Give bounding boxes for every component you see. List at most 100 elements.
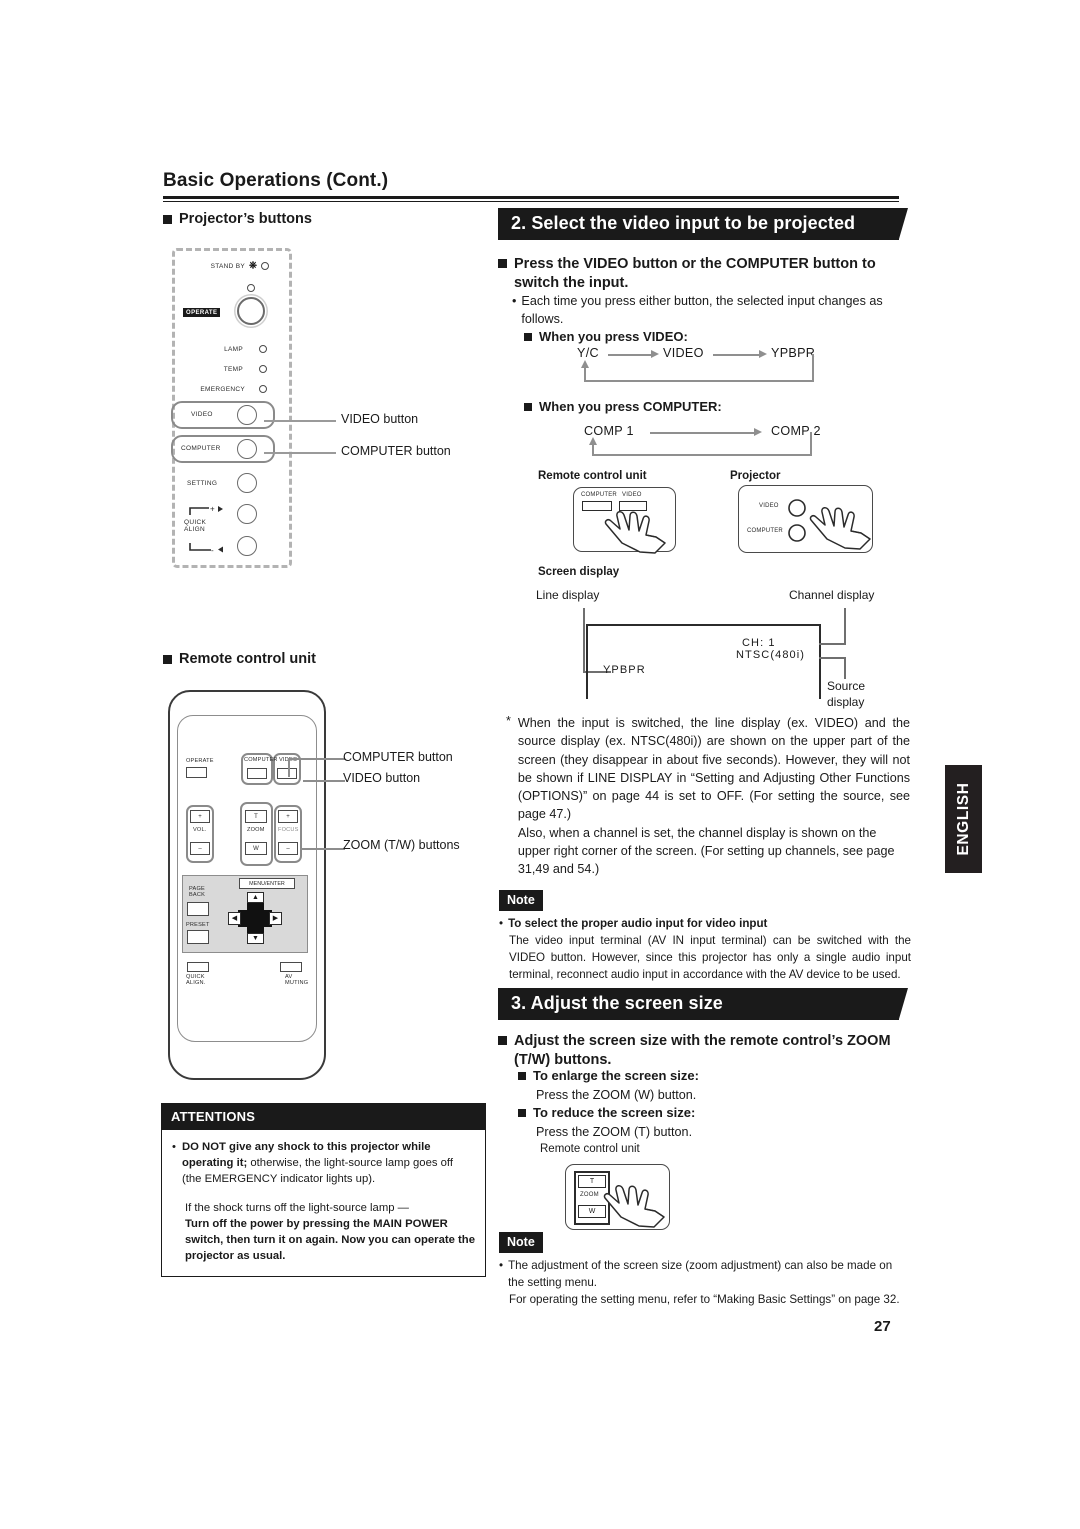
bullet-dot-icon: •	[499, 917, 504, 930]
sd-screen-right-edge	[819, 624, 821, 699]
source-display-label: Source display	[827, 679, 866, 709]
note-1-title: To select the proper audio input for vid…	[508, 917, 768, 930]
menu-enter-button[interactable]: MENU/ENTER	[239, 878, 295, 889]
operate-tag: OPERATE	[183, 308, 221, 317]
hand-pointer-icon	[603, 1185, 665, 1228]
bullet-square-icon	[163, 655, 172, 664]
flow-arrow-1-icon	[651, 350, 659, 358]
arrow-right-button[interactable]: ▶	[269, 912, 282, 925]
remote-callout-computer: COMPUTER button	[343, 750, 453, 764]
callout-line-computer	[264, 452, 336, 454]
panel-label-lamp: LAMP	[224, 345, 243, 353]
language-tab: ENGLISH	[945, 765, 982, 873]
projector-buttons-heading: Projector’s buttons	[163, 211, 312, 227]
video-cycle-item-1: VIDEO	[663, 346, 704, 360]
section2-heading: Press the VIDEO button or the COMPUTER b…	[498, 255, 908, 293]
bullet-square-icon	[498, 259, 507, 268]
arrow-down-button[interactable]: ▼	[247, 933, 264, 944]
computer-button[interactable]	[237, 439, 257, 459]
sd-leader-line-left	[583, 608, 585, 673]
small-projector-video-button[interactable]	[787, 498, 807, 518]
video-button-highlight	[171, 401, 275, 429]
section3-heading: Adjust the screen size with the remote c…	[498, 1032, 908, 1070]
zoom-label: ZOOM	[580, 1192, 599, 1198]
attentions-p2-bold: Turn off the power by pressing the MAIN …	[185, 1218, 475, 1263]
remote-label-page-back: PAGE BACK	[189, 886, 206, 899]
fig-projector-caption: Projector	[730, 470, 781, 482]
section2-body: • Each time you press either button, the…	[512, 292, 910, 329]
channel-display-label: Channel display	[789, 588, 875, 602]
sd-leader-h-src	[819, 657, 846, 659]
bullet-square-icon	[518, 1109, 526, 1117]
small-projector-computer-button[interactable]	[787, 523, 807, 543]
callout-computer-button: COMPUTER button	[341, 444, 451, 458]
projector-control-panel-figure: STAND BY ⎈ OPERATE LAMP TEMP EMERGENCY V…	[171, 248, 292, 568]
quick-align-down-button[interactable]	[237, 536, 257, 556]
bullet-dot-icon: •	[499, 1259, 504, 1272]
language-tab-label: ENGLISH	[954, 782, 972, 856]
line-display-value: YPBPR	[603, 664, 646, 676]
svg-text:+: +	[210, 505, 215, 514]
reduce-heading: To reduce the screen size:	[518, 1105, 695, 1120]
video-button[interactable]	[237, 405, 257, 425]
vol-plus-button[interactable]: +	[190, 810, 210, 823]
flow-loop2-down	[810, 432, 812, 456]
fig-remote-caption: Remote control unit	[538, 470, 647, 482]
operate-button[interactable]	[237, 297, 265, 325]
temp-led-icon	[259, 365, 267, 373]
hand-pointer-icon	[604, 511, 666, 554]
remote-callout-video: VIDEO button	[343, 771, 421, 785]
arrow-left-button[interactable]: ◀	[228, 912, 241, 925]
flow-line-3	[650, 432, 755, 434]
panel-label-emergency: EMERGENCY	[200, 385, 245, 393]
callout-line-video	[264, 420, 336, 422]
page-number: 27	[874, 1318, 891, 1335]
bullet-dot-icon: •	[172, 1141, 176, 1153]
section2-banner: 2. Select the video input to be projecte…	[498, 208, 908, 240]
header-rule-thin	[163, 201, 899, 202]
flow-arrow-3-icon	[754, 428, 762, 436]
panel-label-standby: STAND BY	[210, 262, 245, 270]
zoom-remote-figure: T ZOOM W	[565, 1164, 670, 1230]
asterisk-note: * When the input is switched, the line d…	[506, 714, 910, 878]
note-body-1: • To select the proper audio input for v…	[499, 916, 911, 984]
emergency-led-icon	[259, 385, 267, 393]
remote-label-operate: OPERATE	[186, 758, 214, 764]
header-rule-thick	[163, 196, 899, 199]
av-muting-button[interactable]	[280, 962, 302, 972]
panel-label-align: ALIGN	[184, 526, 206, 533]
standby-led-icon	[261, 262, 269, 270]
quick-align-up-button[interactable]	[237, 504, 257, 524]
page-title: Basic Operations (Cont.)	[163, 170, 389, 191]
source-display-value: NTSC(480i)	[736, 649, 806, 661]
bullet-square-icon	[518, 1072, 526, 1080]
sd-leader-v-src	[844, 657, 846, 679]
small-remote-label-video: VIDEO	[622, 492, 642, 498]
section3-fig-caption: Remote control unit	[540, 1143, 640, 1155]
arrow-up-button[interactable]: ▲	[247, 892, 264, 903]
remote-operate-button[interactable]	[186, 767, 207, 778]
page-back-button[interactable]	[187, 902, 209, 916]
computer-cycle-item-1: COMP 2	[771, 424, 821, 438]
note-2-text-2: For operating the setting menu, refer to…	[509, 1292, 900, 1306]
remote-label-vol: VOL.	[193, 827, 207, 833]
panel-label-video: VIDEO	[191, 411, 213, 418]
bullet-square-icon	[163, 215, 172, 224]
video-cycle-item-2: YPBPR	[771, 346, 816, 360]
sd-screen-top-edge	[586, 624, 821, 626]
channel-display-value: CH: 1	[742, 637, 776, 649]
asterisk-paragraph-1: When the input is switched, the line dis…	[517, 716, 910, 822]
setting-button[interactable]	[237, 473, 257, 493]
quick-align-button[interactable]	[187, 962, 209, 972]
panel-label-quick: QUICK	[184, 519, 207, 526]
vol-minus-button[interactable]: –	[190, 842, 210, 855]
note-body-2: • The adjustment of the screen size (zoo…	[499, 1258, 911, 1309]
remote-label-av-muting: AV MUTING	[285, 974, 309, 987]
preset-button[interactable]	[187, 930, 209, 944]
asterisk-paragraph-2: Also, when a channel is set, the channel…	[517, 825, 895, 877]
computer-cycle-heading: When you press COMPUTER:	[524, 399, 722, 414]
small-remote-label-computer: COMPUTER	[581, 492, 617, 498]
minus-left-arrow-icon: -	[189, 543, 223, 554]
sd-leader-h-ch	[819, 643, 846, 645]
attentions-box: ATTENTIONS • DO NOT give any shock to th…	[161, 1103, 486, 1278]
